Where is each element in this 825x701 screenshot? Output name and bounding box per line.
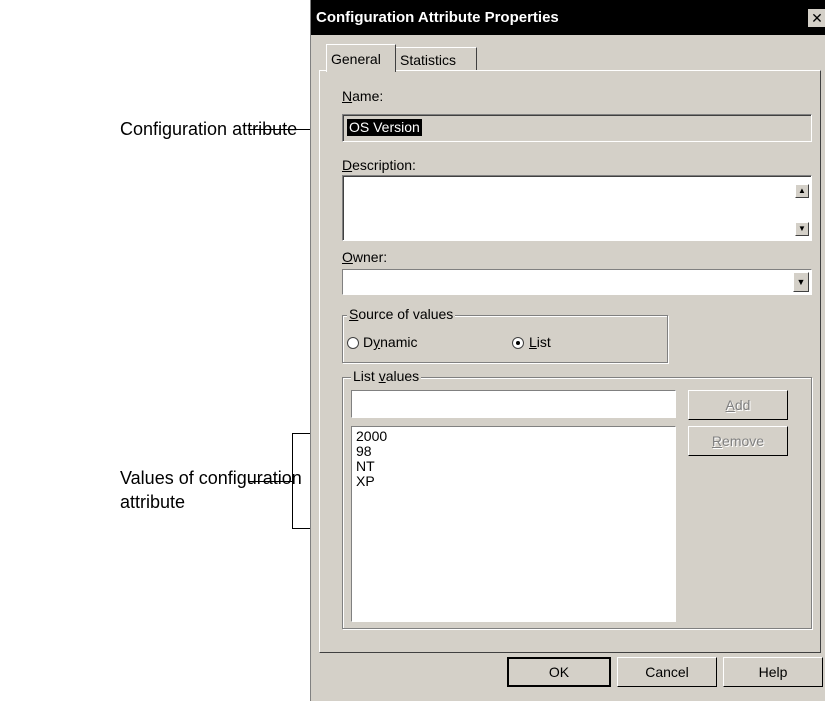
source-of-values-group: Source of values Dynamic List	[342, 306, 668, 363]
remove-button[interactable]: Remove	[688, 426, 788, 456]
name-field-inner: OS Version	[343, 115, 811, 141]
description-field[interactable]: ▲ ▼	[342, 175, 812, 241]
dialog-title: Configuration Attribute Properties	[316, 9, 559, 26]
tab-statistics-label: Statistics	[400, 52, 457, 68]
radio-dynamic-label[interactable]: Dynamic	[363, 334, 417, 350]
name-value: OS Version	[347, 119, 422, 136]
close-icon[interactable]: ✕	[808, 9, 825, 27]
description-field-inner	[343, 176, 811, 240]
description-label: Description:	[342, 157, 416, 173]
name-label: Name:	[342, 88, 384, 104]
callout-values-line1: Values of configuration	[120, 468, 302, 488]
owner-dropdown[interactable]: ▼	[342, 269, 812, 295]
general-panel: Name: OS Version Description: ▲ ▼ Owner:…	[319, 70, 821, 653]
list-item[interactable]: 98	[356, 444, 372, 459]
radio-list[interactable]	[512, 337, 524, 349]
source-of-values-legend: Source of values	[347, 306, 456, 322]
tab-general[interactable]: General	[326, 44, 396, 72]
cancel-button[interactable]: Cancel	[617, 657, 717, 687]
add-button[interactable]: Add	[688, 390, 788, 420]
scroll-down-icon[interactable]: ▼	[795, 222, 809, 236]
title-bar[interactable]: Configuration Attribute Properties ✕	[311, 0, 825, 35]
tab-general-label: General	[331, 51, 381, 67]
callout-values-line2: attribute	[120, 492, 186, 512]
list-item[interactable]: NT	[356, 459, 375, 474]
callout-line-values	[248, 481, 292, 482]
tab-statistics[interactable]: Statistics	[395, 47, 477, 70]
list-values-group: List values 2000 98 NT XP Add Remove	[342, 368, 812, 629]
list-value-input[interactable]	[351, 390, 676, 418]
list-values-legend: List values	[351, 368, 422, 384]
radio-list-label[interactable]: List	[529, 334, 551, 350]
radio-dynamic[interactable]	[347, 337, 359, 349]
dropdown-arrow-icon[interactable]: ▼	[793, 272, 809, 292]
owner-label: Owner:	[342, 249, 388, 265]
callout-bracket-vertical	[292, 433, 293, 529]
configuration-attribute-dialog: Configuration Attribute Properties ✕ Gen…	[310, 0, 825, 701]
list-values-listbox[interactable]: 2000 98 NT XP	[351, 426, 676, 622]
ok-button[interactable]: OK	[507, 657, 611, 687]
name-field[interactable]: OS Version	[342, 114, 812, 142]
radio-icon	[516, 341, 520, 345]
help-button[interactable]: Help	[723, 657, 823, 687]
list-item[interactable]: XP	[356, 474, 375, 489]
list-item[interactable]: 2000	[356, 429, 387, 444]
scroll-up-icon[interactable]: ▲	[795, 184, 809, 198]
